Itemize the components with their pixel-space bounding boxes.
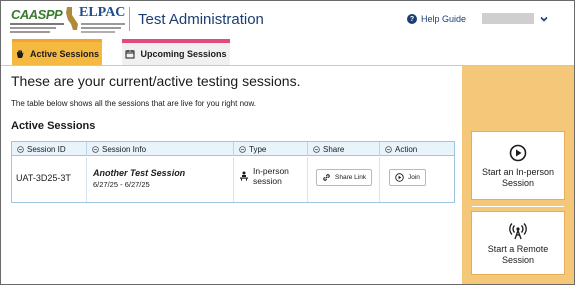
page-heading: These are your current/active testing se… [11, 73, 301, 89]
table-cell-type: In-person session [234, 157, 308, 202]
table-header: Session ID Session Info Type Share Actio… [12, 142, 454, 156]
page-description: The table below shows all the sessions t… [11, 99, 257, 108]
help-guide-link[interactable]: ? Help Guide [407, 14, 466, 24]
user-name [482, 13, 534, 24]
header-divider [129, 7, 130, 31]
teacher-at-desk-icon [240, 171, 248, 181]
hand-icon [16, 49, 24, 58]
logos: CAASPP ELPAC [9, 4, 127, 36]
sort-icon [17, 145, 24, 153]
user-menu[interactable] [482, 13, 548, 24]
caaspp-logo: CAASPP [9, 4, 64, 36]
session-type: In-person session [253, 166, 289, 186]
play-circle-icon [509, 144, 527, 162]
tab-upcoming-sessions[interactable]: Upcoming Sessions [122, 39, 230, 65]
tab-active-sessions[interactable]: Active Sessions [12, 39, 102, 65]
section-heading: Active Sessions [11, 120, 96, 132]
column-header-session-id[interactable]: Session ID [12, 142, 87, 156]
play-circle-icon [395, 173, 404, 182]
join-label: Join [408, 174, 420, 181]
question-circle-icon: ? [407, 14, 417, 24]
table-cell-share: Share Link [308, 157, 380, 202]
table-cell-session-info: Another Test Session 6/27/25 - 6/27/25 [87, 157, 234, 202]
sessions-table: Session ID Session Info Type Share Actio… [11, 141, 455, 203]
start-remote-session-label: Start a Remote Session [487, 244, 549, 265]
broadcast-tower-icon [509, 223, 527, 240]
join-button[interactable]: Join [389, 169, 426, 186]
help-guide-label: Help Guide [421, 14, 467, 24]
share-link-button[interactable]: Share Link [316, 169, 373, 186]
sort-icon [92, 145, 99, 153]
sort-icon [239, 145, 246, 153]
elpac-logo-text: ELPAC [79, 5, 126, 20]
column-header-action[interactable]: Action [380, 142, 454, 156]
sort-icon [313, 145, 320, 153]
side-divider [472, 206, 564, 207]
sort-icon [385, 145, 392, 153]
column-header-type[interactable]: Type [234, 142, 308, 156]
column-header-share[interactable]: Share [308, 142, 380, 156]
elpac-logo: ELPAC [65, 4, 127, 36]
session-name: Another Test Session [93, 168, 186, 178]
column-header-session-info[interactable]: Session Info [87, 142, 234, 156]
tab-active-sessions-label: Active Sessions [29, 48, 100, 59]
table-cell-action: Join [380, 157, 454, 202]
start-inperson-session-button[interactable]: Start an In-person Session [472, 132, 564, 199]
tab-upcoming-sessions-label: Upcoming Sessions [140, 49, 227, 59]
main-content: These are your current/active testing se… [1, 66, 462, 284]
link-icon [323, 174, 330, 181]
start-inperson-session-label: Start an In-person Session [481, 167, 555, 188]
calendar-icon [125, 50, 135, 59]
session-dates: 6/27/25 - 6/27/25 [93, 180, 150, 189]
california-state-icon [66, 7, 78, 30]
chevron-down-icon [540, 16, 548, 22]
side-panel: Start an In-person Session Start a Remot… [462, 66, 574, 284]
app-title: Test Administration [138, 11, 264, 28]
start-remote-session-button[interactable]: Start a Remote Session [472, 212, 564, 274]
app-header: CAASPP ELPAC Test Administration ? Help … [1, 1, 574, 37]
table-cell-session-id: UAT-3D25-3T [12, 157, 87, 202]
session-id: UAT-3D25-3T [16, 173, 71, 183]
share-link-label: Share Link [335, 174, 367, 181]
tab-bar: Active Sessions Upcoming Sessions [1, 37, 574, 66]
caaspp-logo-text: CAASPP [11, 7, 63, 22]
